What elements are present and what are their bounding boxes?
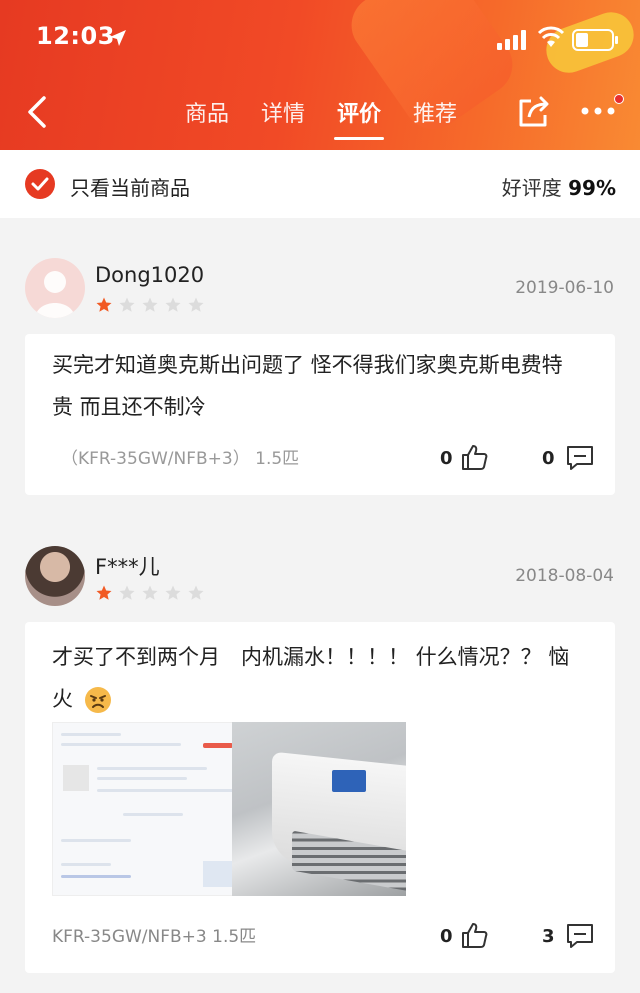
star-empty-icon bbox=[142, 585, 158, 600]
positive-rating: 好评度 99% bbox=[502, 172, 616, 201]
star-empty-icon bbox=[119, 585, 135, 600]
share-icon[interactable] bbox=[517, 95, 551, 129]
star-filled-icon bbox=[96, 297, 112, 312]
tab-details[interactable]: 详情 bbox=[256, 96, 310, 128]
only-current-product-toggle[interactable]: 只看当前商品 bbox=[70, 172, 190, 201]
review-username: F***儿 bbox=[95, 555, 160, 579]
product-tabs: 商品 详情 评价 推荐 bbox=[180, 96, 462, 140]
review-card[interactable]: 才买了不到两个月 内机漏水！！！！ 什么情况？？ 恼火 KFR-35GW/NFB… bbox=[25, 622, 615, 973]
location-arrow-icon bbox=[110, 30, 126, 46]
review-username: Dong1020 bbox=[95, 263, 205, 287]
angry-face-emoji-icon bbox=[84, 687, 111, 713]
tab-recommend[interactable]: 推荐 bbox=[408, 96, 462, 128]
product-spec: （KFR-35GW/NFB+3） 1.5匹 bbox=[61, 449, 300, 469]
status-time: 12:03 bbox=[36, 22, 115, 50]
tab-reviews[interactable]: 评价 bbox=[332, 96, 386, 140]
comment-count: 0 bbox=[542, 448, 555, 469]
star-empty-icon bbox=[165, 297, 181, 312]
back-arrow-icon[interactable] bbox=[24, 94, 54, 130]
star-empty-icon bbox=[119, 297, 135, 312]
notification-dot bbox=[614, 94, 624, 104]
product-spec: KFR-35GW/NFB+3 1.5匹 bbox=[52, 927, 257, 947]
cellular-signal-icon bbox=[497, 30, 526, 50]
avatar[interactable] bbox=[25, 258, 85, 318]
review-card[interactable]: 买完才知道奥克斯出问题了 怪不得我们家奥克斯电费特贵 而且还不制冷 （KFR-3… bbox=[25, 334, 615, 495]
star-empty-icon bbox=[188, 585, 204, 600]
comment-icon[interactable] bbox=[565, 444, 595, 472]
positive-rating-value: 99% bbox=[568, 176, 616, 200]
more-options-icon[interactable] bbox=[580, 106, 616, 116]
review-photo-air-conditioner[interactable] bbox=[232, 722, 406, 896]
comment-icon[interactable] bbox=[565, 922, 595, 950]
review-text-content: 才买了不到两个月 内机漏水！！！！ 什么情况？？ 恼火 bbox=[52, 645, 570, 711]
star-rating bbox=[95, 296, 205, 314]
battery-icon bbox=[572, 29, 618, 51]
review-text: 才买了不到两个月 内机漏水！！！！ 什么情况？？ 恼火 bbox=[52, 636, 582, 720]
star-empty-icon bbox=[188, 297, 204, 312]
tab-product[interactable]: 商品 bbox=[180, 96, 234, 128]
thumbs-up-icon[interactable] bbox=[459, 442, 489, 472]
comment-count: 3 bbox=[542, 926, 555, 947]
star-empty-icon bbox=[142, 297, 158, 312]
default-avatar-icon bbox=[35, 271, 75, 318]
like-count: 0 bbox=[440, 448, 453, 469]
positive-rating-label: 好评度 bbox=[501, 176, 562, 200]
star-filled-icon bbox=[96, 585, 112, 600]
like-count: 0 bbox=[440, 926, 453, 947]
star-empty-icon bbox=[165, 585, 181, 600]
review-date: 2018-08-04 bbox=[515, 566, 614, 586]
review-date: 2019-06-10 bbox=[515, 278, 614, 298]
thumbs-up-icon[interactable] bbox=[459, 920, 489, 950]
avatar[interactable] bbox=[25, 546, 85, 606]
review-text: 买完才知道奥克斯出问题了 怪不得我们家奥克斯电费特贵 而且还不制冷 bbox=[52, 353, 563, 419]
star-rating bbox=[95, 584, 205, 602]
wifi-icon bbox=[537, 26, 565, 47]
checkbox-checked-icon[interactable] bbox=[24, 168, 56, 200]
review-photo-screenshot[interactable] bbox=[52, 722, 250, 896]
